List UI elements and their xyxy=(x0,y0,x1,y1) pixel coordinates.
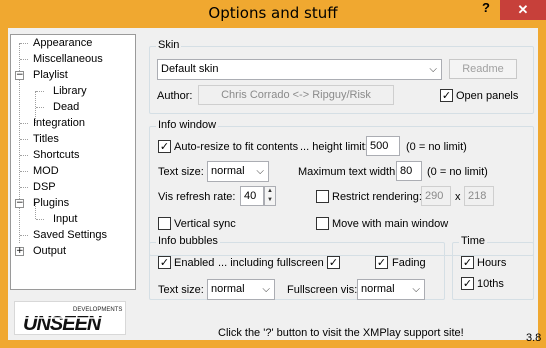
restrict-rendering-label: Restrict rendering: xyxy=(332,191,422,203)
author-field: Chris Corrado <-> Ripguy/Risk xyxy=(198,85,394,105)
fullscreen-vis-label: Fullscreen vis: xyxy=(287,284,358,296)
version-label: 3.8 xyxy=(526,332,542,344)
unseen-developments-logo: DEVELOPMENTS UNSEEN xyxy=(14,301,126,335)
move-with-main-label: Move with main window xyxy=(332,218,449,230)
vertical-sync-label: Vertical sync xyxy=(174,218,236,230)
chevron-down-icon: ⌵ xyxy=(262,284,270,295)
restrict-height-field: 218 xyxy=(464,186,494,206)
including-fullscreen-checkbox[interactable]: ✓ xyxy=(327,256,340,269)
skin-group-label: Skin xyxy=(156,39,182,51)
height-limit-note: (0 = no limit) xyxy=(406,141,467,153)
skin-select-value: Default skin xyxy=(161,63,219,75)
tree-item-dead[interactable]: Dead xyxy=(53,100,79,115)
vertical-sync-checkbox[interactable] xyxy=(158,217,171,230)
tree-item-input[interactable]: Input xyxy=(53,212,77,227)
tree-item-integration[interactable]: Integration xyxy=(33,116,85,131)
tenths-checkbox[interactable]: ✓ xyxy=(461,277,474,290)
tree-item-saved-settings[interactable]: Saved Settings xyxy=(33,228,107,243)
spin-up-icon[interactable]: ▲ xyxy=(265,187,275,196)
tree-item-appearance[interactable]: Appearance xyxy=(33,36,92,51)
hours-checkbox[interactable]: ✓ xyxy=(461,256,474,269)
info-window-group-label: Info window xyxy=(156,119,219,131)
fading-checkbox[interactable]: ✓ xyxy=(375,256,388,269)
max-text-width-label: Maximum text width: xyxy=(298,166,399,178)
window-title: Options and stuff xyxy=(208,4,338,22)
bubble-text-size-select[interactable]: normal ⌵ xyxy=(207,279,275,300)
expander-plugins[interactable]: − xyxy=(15,199,24,208)
title-bar[interactable]: Options and stuff ? ✕ xyxy=(0,0,546,28)
chevron-down-icon: ⌵ xyxy=(412,284,420,295)
move-with-main-checkbox[interactable] xyxy=(316,217,329,230)
logo-graphic: DEVELOPMENTS UNSEEN xyxy=(21,307,122,335)
expander-playlist[interactable]: − xyxy=(15,71,24,80)
fullscreen-vis-value: normal xyxy=(361,283,395,295)
tree-item-output[interactable]: Output xyxy=(33,244,66,259)
auto-resize-label: Auto-resize to fit contents xyxy=(174,141,299,153)
time-group-label: Time xyxy=(459,235,488,247)
tenths-label: 10ths xyxy=(477,278,504,290)
vis-refresh-label: Vis refresh rate: xyxy=(158,191,236,203)
logo-main-text: UNSEEN xyxy=(23,313,102,334)
hours-label: Hours xyxy=(477,257,507,269)
tree-branch xyxy=(36,107,44,108)
tree-branch xyxy=(20,139,28,140)
tree-branch xyxy=(20,171,28,172)
tree-item-dsp[interactable]: DSP xyxy=(33,180,56,195)
restrict-x-label: x xyxy=(455,191,461,203)
max-text-width-note: (0 = no limit) xyxy=(427,166,488,178)
fullscreen-vis-select[interactable]: normal ⌵ xyxy=(357,279,425,300)
author-label: Author: xyxy=(157,90,193,102)
bubbles-enabled-checkbox[interactable]: ✓ xyxy=(158,256,171,269)
bubbles-enabled-label: Enabled xyxy=(174,257,215,269)
info-bubbles-group: Info bubbles ✓ Enabled ... including ful… xyxy=(149,235,445,300)
tree-item-playlist[interactable]: Playlist xyxy=(33,68,68,83)
spin-down-icon[interactable]: ▼ xyxy=(265,196,275,205)
open-panels-label: Open panels xyxy=(456,90,519,102)
vis-refresh-field[interactable]: 40 xyxy=(240,186,264,206)
tree-item-plugins[interactable]: Plugins xyxy=(33,196,69,211)
tree-branch xyxy=(20,187,28,188)
height-limit-field[interactable]: 500 xyxy=(366,136,400,156)
info-bubbles-group-label: Info bubbles xyxy=(156,235,220,247)
tree-branch xyxy=(20,155,28,156)
support-hint: Click the '?' button to visit the XMPlay… xyxy=(218,327,464,339)
help-button[interactable]: ? xyxy=(474,0,498,20)
tree-branch xyxy=(20,59,28,60)
fading-label: Fading xyxy=(392,257,426,269)
options-window: Options and stuff ? ✕ Appearance Miscell… xyxy=(0,0,546,348)
tree-item-library[interactable]: Library xyxy=(53,84,87,99)
restrict-rendering-checkbox[interactable] xyxy=(316,190,329,203)
tree-item-miscellaneous[interactable]: Miscellaneous xyxy=(33,52,103,67)
tree-item-titles[interactable]: Titles xyxy=(33,132,59,147)
auto-resize-checkbox[interactable]: ✓ xyxy=(158,140,171,153)
expander-output[interactable]: + xyxy=(15,247,24,256)
client-area: Appearance Miscellaneous − Playlist Libr… xyxy=(8,28,541,344)
height-limit-label: ... height limit: xyxy=(300,141,368,153)
bubble-text-size-label: Text size: xyxy=(158,284,204,296)
vis-refresh-spinner[interactable]: ▲ ▼ xyxy=(264,186,276,206)
skin-select[interactable]: Default skin ⌵ xyxy=(157,59,442,80)
tree-branch xyxy=(36,91,44,92)
chevron-down-icon: ⌵ xyxy=(256,166,264,177)
close-button[interactable]: ✕ xyxy=(500,0,546,20)
info-text-size-value: normal xyxy=(211,165,245,177)
readme-button[interactable]: Readme xyxy=(449,59,517,79)
chevron-down-icon: ⌵ xyxy=(429,64,437,75)
tree-branch xyxy=(20,123,28,124)
open-panels-checkbox[interactable]: ✓ xyxy=(440,89,453,102)
tree-item-shortcuts[interactable]: Shortcuts xyxy=(33,148,79,163)
text-size-label: Text size: xyxy=(158,166,204,178)
options-tree[interactable]: Appearance Miscellaneous − Playlist Libr… xyxy=(10,34,136,290)
tree-branch xyxy=(20,43,28,44)
tree-item-mod[interactable]: MOD xyxy=(33,164,59,179)
restrict-width-field: 290 xyxy=(421,186,451,206)
info-text-size-select[interactable]: normal ⌵ xyxy=(207,161,269,182)
time-group: Time ✓ Hours ✓ 10ths xyxy=(452,235,534,300)
skin-group: Skin Default skin ⌵ Readme Author: Chris… xyxy=(149,39,534,114)
tree-branch xyxy=(36,219,44,220)
including-fullscreen-label: ... including fullscreen xyxy=(218,257,324,269)
bubble-text-size-value: normal xyxy=(211,283,245,295)
max-text-width-field[interactable]: 80 xyxy=(396,161,422,181)
tree-branch xyxy=(20,235,28,236)
